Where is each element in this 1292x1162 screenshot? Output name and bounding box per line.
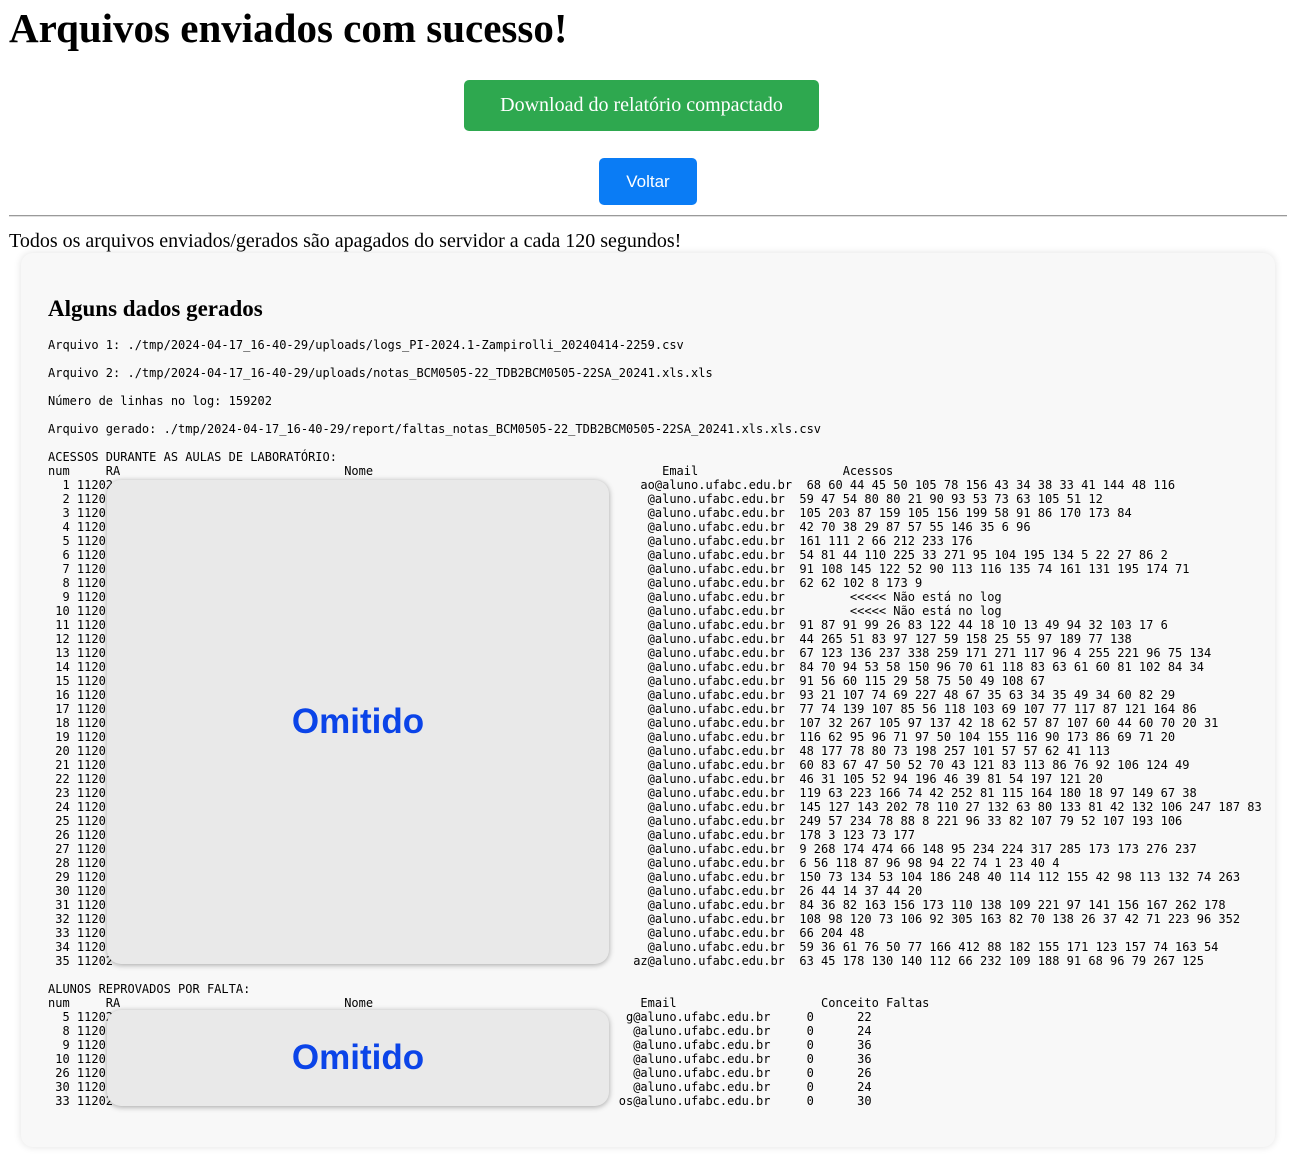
redaction-label: Omitido xyxy=(291,702,425,741)
info-file-1: Arquivo 1: ./tmp/2024-04-17_16-40-29/upl… xyxy=(48,338,684,352)
back-button[interactable]: Voltar xyxy=(599,158,697,205)
generated-data-panel: Alguns dados gerados Arquivo 1: ./tmp/20… xyxy=(21,253,1275,1147)
horizontal-divider xyxy=(9,215,1287,217)
redaction-label: Omitido xyxy=(291,1038,425,1077)
info-file-2: Arquivo 2: ./tmp/2024-04-17_16-40-29/upl… xyxy=(48,366,713,380)
info-log-line-count: Número de linhas no log: 159202 xyxy=(48,394,272,408)
page-title: Arquivos enviados com sucesso! xyxy=(9,5,568,51)
server-cleanup-notice: Todos os arquivos enviados/gerados são a… xyxy=(9,230,682,252)
panel-heading: Alguns dados gerados xyxy=(48,296,263,321)
info-generated-file: Arquivo gerado: ./tmp/2024-04-17_16-40-2… xyxy=(48,422,822,436)
redaction-overlay-access: Omitido xyxy=(107,480,609,964)
download-report-button[interactable]: Download do relatório compactado xyxy=(464,80,819,131)
redaction-overlay-failures: Omitido xyxy=(107,1010,609,1106)
